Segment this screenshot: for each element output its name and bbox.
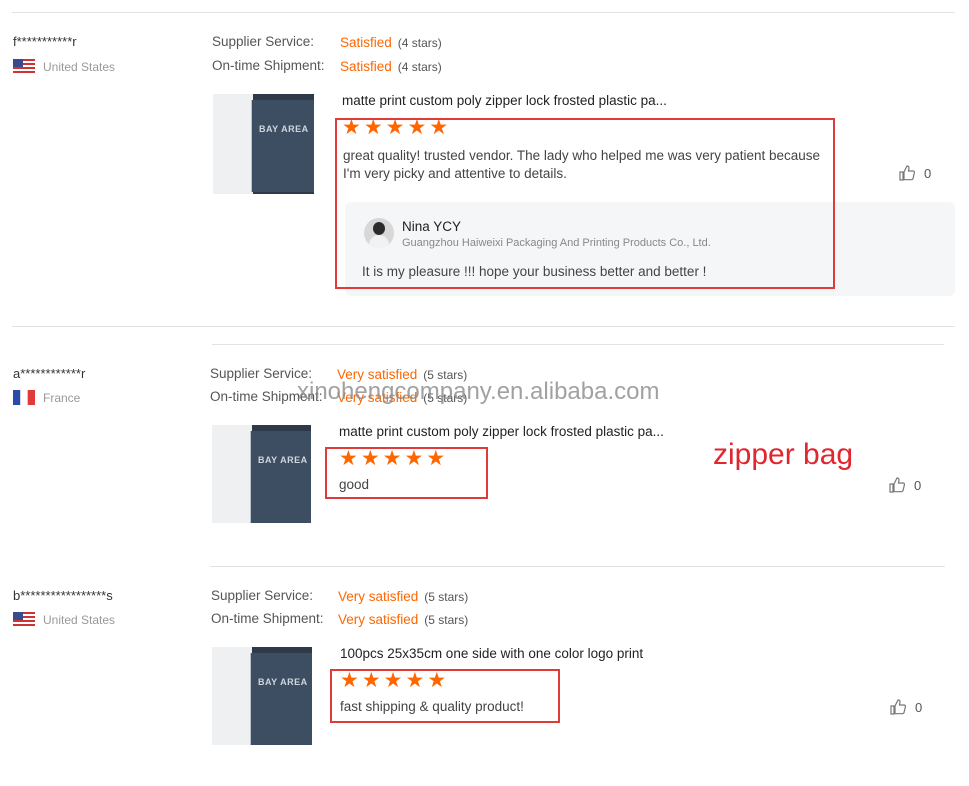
france-flag-icon	[13, 390, 35, 405]
annotation-text: zipper bag	[713, 438, 854, 471]
supplier-service-stars: (4 stars)	[397, 36, 442, 50]
product-title[interactable]: matte print custom poly zipper lock fros…	[339, 424, 664, 439]
country-name: France	[43, 390, 81, 405]
thumbs-up-icon	[899, 165, 916, 181]
product-thumbnail[interactable]: BAY AREA	[212, 425, 311, 523]
like-button[interactable]: 0	[898, 164, 931, 182]
divider-1	[12, 326, 955, 327]
shipment-rating: Satisfied (4 stars)	[340, 58, 442, 76]
shipment-label: On-time Shipment:	[212, 58, 325, 73]
us-flag-icon	[13, 59, 35, 74]
product-thumbnail[interactable]: BAY AREA	[212, 647, 312, 745]
like-count: 0	[924, 165, 932, 181]
shipment-label: On-time Shipment:	[211, 611, 324, 626]
supplier-service-label: Supplier Service:	[211, 588, 314, 603]
thumbs-up-icon	[890, 699, 907, 715]
supplier-service-value: Very satisfied	[338, 589, 419, 604]
divider-top	[12, 12, 955, 13]
supplier-service-stars: (5 stars)	[424, 590, 469, 604]
shipment-rating: Very satisfied (5 stars)	[338, 611, 468, 629]
shipment-stars: (5 stars)	[424, 613, 469, 627]
reviewer-name: a************r	[13, 366, 86, 381]
watermark: xinohengcompany.en.alibaba.com	[297, 378, 660, 405]
shipment-value: Satisfied	[340, 59, 392, 74]
thumbnail-logo: BAY AREA	[259, 124, 309, 134]
us-flag-icon	[13, 612, 35, 627]
like-button[interactable]: 0	[888, 476, 921, 494]
reviewer-name: b*****************s	[13, 588, 113, 603]
reviewer-name: f***********r	[13, 34, 77, 49]
highlight-box	[335, 118, 835, 289]
like-count: 0	[915, 699, 923, 715]
reviewer-country: United States	[13, 59, 115, 74]
product-title[interactable]: matte print custom poly zipper lock fros…	[342, 93, 667, 108]
shipment-stars: (4 stars)	[397, 60, 442, 74]
supplier-service-value: Satisfied	[340, 35, 392, 50]
shipment-value: Very satisfied	[338, 612, 419, 627]
like-count: 0	[914, 477, 922, 493]
supplier-service-label: Supplier Service:	[212, 34, 315, 49]
product-thumbnail[interactable]: BAY AREA	[213, 94, 314, 194]
like-button[interactable]: 0	[889, 698, 922, 716]
country-name: United States	[43, 612, 116, 627]
highlight-box	[325, 447, 488, 499]
divider-2	[210, 566, 945, 567]
thumbnail-logo: BAY AREA	[258, 677, 308, 687]
thumbs-up-icon	[889, 477, 906, 493]
reviewer-country: France	[13, 390, 80, 405]
product-title[interactable]: 100pcs 25x35cm one side with one color l…	[340, 646, 643, 661]
highlight-box	[330, 669, 560, 723]
divider-1b	[212, 344, 944, 345]
reviewer-country: United States	[13, 612, 115, 627]
thumbnail-logo: BAY AREA	[258, 455, 308, 465]
supplier-service-rating: Very satisfied (5 stars)	[338, 588, 468, 606]
country-name: United States	[43, 59, 116, 74]
supplier-service-rating: Satisfied (4 stars)	[340, 34, 442, 52]
